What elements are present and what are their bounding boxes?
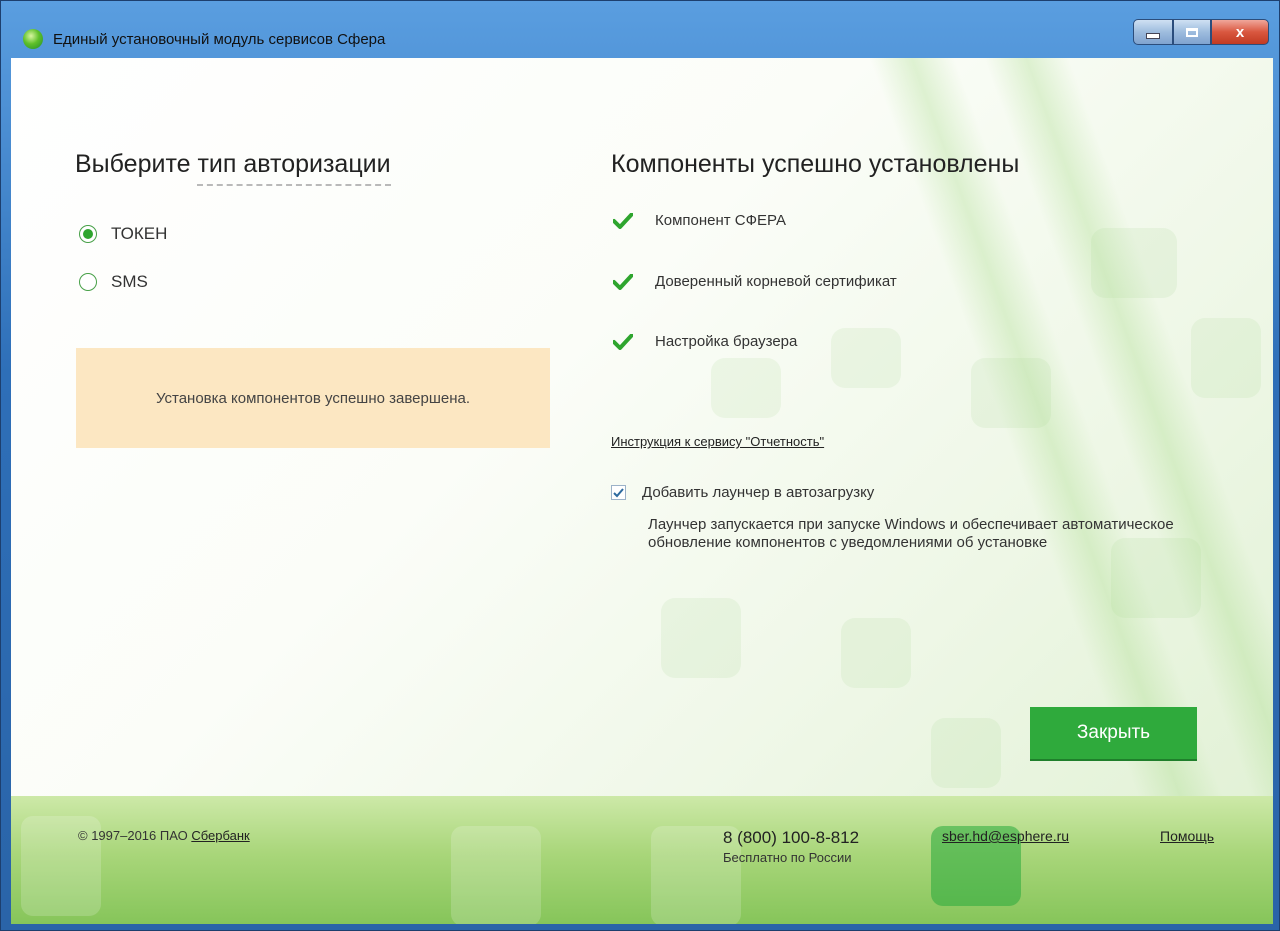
component-item: Доверенный корневой сертификат <box>613 273 897 290</box>
support-phone: 8 (800) 100-8-812 <box>723 828 860 847</box>
window-controls: x <box>1133 19 1269 47</box>
sberbank-link[interactable]: Сбербанк <box>191 828 249 843</box>
auth-heading-prefix: Выберите <box>75 150 198 178</box>
app-logo-icon <box>23 29 43 49</box>
support-phone-note: Бесплатно по России <box>723 850 852 865</box>
checkmark-icon <box>613 487 624 497</box>
help-link[interactable]: Помощь <box>1160 828 1214 844</box>
radio-option-sms[interactable]: SMS <box>79 272 148 292</box>
radio-label-sms: SMS <box>111 272 148 291</box>
component-label: Компонент СФЕРА <box>655 212 787 229</box>
radio-label-token: ТОКЕН <box>111 224 168 243</box>
radio-button-sms[interactable] <box>79 273 97 291</box>
components-heading: Компоненты успешно установлены <box>611 150 1020 178</box>
footer-tile <box>451 826 541 924</box>
copyright-text: © 1997–2016 ПАО <box>78 828 192 843</box>
client-area: Выберите тип авторизации ТОКЕН SMS Устан… <box>11 58 1273 924</box>
background-tile <box>831 328 901 388</box>
autostart-label: Добавить лаунчер в автозагрузку <box>642 484 875 501</box>
radio-button-token[interactable] <box>79 225 97 243</box>
minimize-button[interactable] <box>1133 19 1173 45</box>
maximize-icon <box>1186 27 1198 37</box>
component-item: Настройка браузера <box>613 333 797 350</box>
autostart-checkbox[interactable] <box>611 485 626 500</box>
copyright: © 1997–2016 ПАО Сбербанк <box>78 828 250 843</box>
background-tile <box>841 618 911 688</box>
install-notice-text: Установка компонентов успешно завершена. <box>155 389 470 407</box>
close-icon: x <box>1235 23 1245 41</box>
check-icon <box>613 273 633 290</box>
check-icon <box>613 333 633 350</box>
component-item: Компонент СФЕРА <box>613 212 786 229</box>
component-label: Настройка браузера <box>655 333 798 350</box>
auth-heading-dashed: тип авторизации <box>197 150 391 186</box>
installer-window: Единый установочный модуль сервисов Сфер… <box>0 0 1280 931</box>
autostart-checkbox-row[interactable]: Добавить лаунчер в автозагрузку <box>611 484 874 501</box>
title-bar[interactable]: Единый установочный модуль сервисов Сфер… <box>1 1 1279 57</box>
maximize-button[interactable] <box>1173 19 1211 45</box>
check-icon <box>613 212 633 229</box>
background-tile <box>931 718 1001 788</box>
instruction-link[interactable]: Инструкция к сервису "Отчетность" <box>611 434 824 449</box>
component-label: Доверенный корневой сертификат <box>655 273 897 290</box>
radio-selected-dot <box>83 229 93 239</box>
background-tile <box>1191 318 1261 398</box>
support-email-link[interactable]: sber.hd@esphere.ru <box>942 828 1069 844</box>
radio-option-token[interactable]: ТОКЕН <box>79 224 167 244</box>
window-title: Единый установочный модуль сервисов Сфер… <box>53 31 386 48</box>
close-window-button[interactable]: x <box>1211 19 1269 45</box>
close-button[interactable]: Закрыть <box>1030 707 1197 759</box>
background-tile <box>711 358 781 418</box>
minimize-icon <box>1146 33 1160 39</box>
auth-type-heading: Выберите тип авторизации <box>75 150 391 186</box>
background-tile <box>661 598 741 678</box>
footer: © 1997–2016 ПАО Сбербанк 8 (800) 100-8-8… <box>11 796 1273 924</box>
launcher-description: Лаунчер запускается при запуске Windows … <box>648 516 1174 551</box>
install-notice: Установка компонентов успешно завершена. <box>76 348 550 448</box>
